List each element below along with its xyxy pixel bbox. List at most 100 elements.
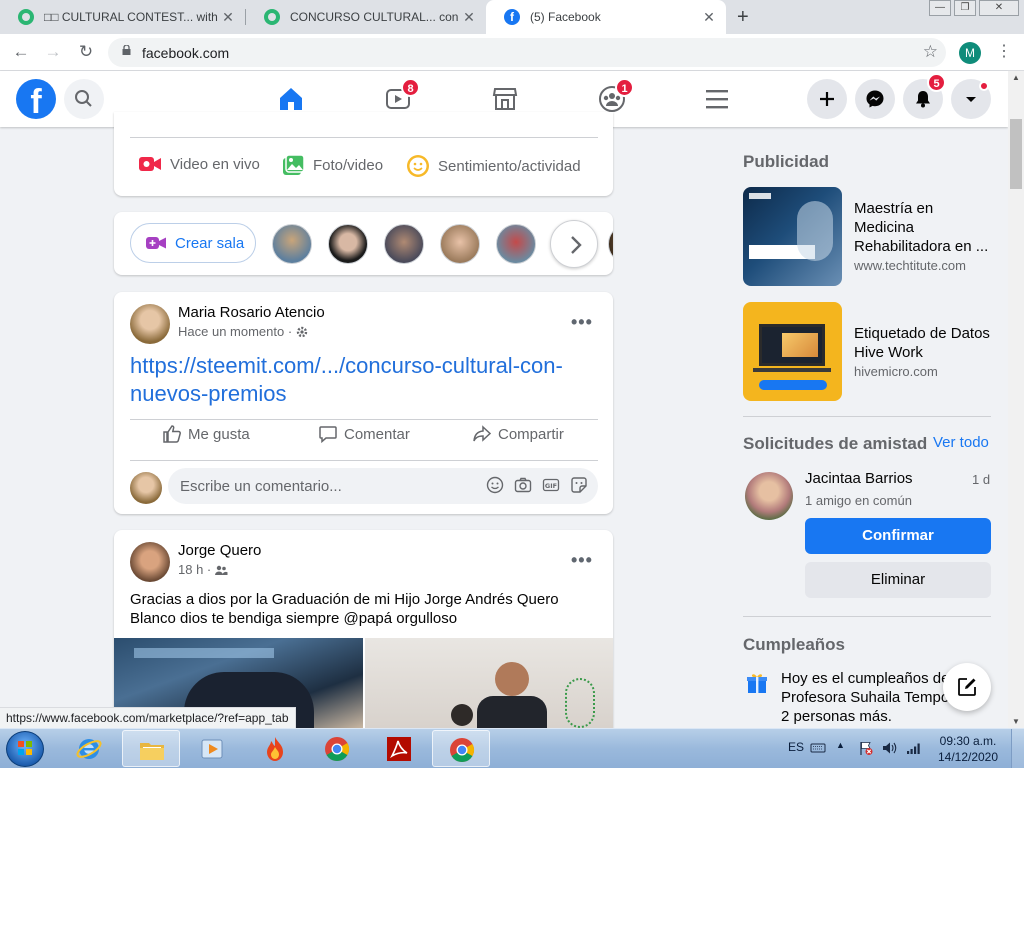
comment-button[interactable]: Comentar [318,424,410,444]
taskbar-chrome-active[interactable] [432,730,490,767]
start-button[interactable] [6,731,44,767]
feeling-activity-button[interactable]: Sentimiento/actividad [406,154,581,178]
ad-thumbnail[interactable] [743,187,842,286]
photo-video-button[interactable]: Foto/video [281,154,383,176]
ad-title[interactable]: Etiquetado de Datos Hive Work [854,324,994,362]
gif-icon[interactable]: GIF [542,476,560,494]
search-button[interactable] [64,79,104,119]
language-indicator[interactable]: ES [788,740,804,754]
reload-icon[interactable]: ↻ [75,42,97,64]
delete-request-button[interactable]: Eliminar [805,562,991,598]
divider [743,616,991,617]
messenger-button[interactable] [855,79,895,119]
like-button[interactable]: Me gusta [162,424,250,444]
folder-icon [140,743,164,760]
close-tab-icon[interactable]: ✕ [700,9,718,26]
post-meta: Hace un momento · [178,324,309,339]
post-options-icon[interactable]: ••• [571,550,593,571]
chrome-icon [325,737,350,762]
nav-tab-menu[interactable] [669,71,764,127]
online-friend-avatar[interactable] [328,224,368,264]
rooms-next-button[interactable] [550,220,598,268]
keyboard-icon[interactable] [810,741,826,755]
scrollbar-thumb[interactable] [1010,119,1022,189]
confirm-request-button[interactable]: Confirmar [805,518,991,554]
friends-audience-icon [215,565,228,575]
create-button[interactable] [807,79,847,119]
feeling-activity-label: Sentimiento/actividad [438,157,581,175]
show-hidden-icons-icon[interactable]: ▲ [836,740,845,750]
profile-avatar[interactable]: M [959,42,981,64]
facebook-logo[interactable]: f [16,79,56,119]
system-clock[interactable]: 09:30 a.m. 14/12/2020 [928,733,1008,765]
bookmark-star-icon[interactable]: ☆ [923,42,938,62]
taskbar-chrome[interactable] [308,730,366,767]
forward-arrow-icon[interactable]: → [42,42,64,64]
ad-title[interactable]: Maestría en Medicina Rehabilitadora en .… [854,199,994,256]
address-bar[interactable]: facebook.com ☆ [108,38,946,67]
ad-thumbnail[interactable] [743,302,842,401]
new-tab-button[interactable]: + [737,6,749,29]
page-scrollbar[interactable]: ▲ ▼ [1008,71,1024,728]
create-room-button[interactable]: Crear sala [130,223,256,263]
close-window-icon[interactable]: ✕ [979,0,1019,16]
post-author-avatar[interactable] [130,304,170,344]
browser-menu-icon[interactable]: ⋮ [996,41,1012,61]
clock-time: 09:30 a.m. [939,734,997,748]
close-tab-icon[interactable]: ✕ [460,9,478,26]
birthday-text[interactable]: Hoy es el cumpleaños de Profesora Suhail… [781,669,951,727]
taskbar-fire-app[interactable] [246,730,304,767]
browser-tab-1[interactable]: □□ CULTURAL CONTEST... with b ✕ [0,0,245,34]
post-photo[interactable] [365,638,613,728]
comment-field[interactable]: GIF [168,468,598,504]
notifications-button[interactable]: 5 [903,73,946,119]
post-author-avatar[interactable] [130,542,170,582]
taskbar-internet-explorer[interactable] [60,730,118,767]
taskbar-file-explorer[interactable] [122,730,180,767]
commenter-avatar[interactable] [130,472,162,504]
account-menu-button[interactable] [951,79,991,119]
action-center-flag-icon[interactable] [858,740,874,756]
online-friend-avatar[interactable] [496,224,536,264]
minimize-window-icon[interactable]: — [929,0,951,16]
see-all-link[interactable]: Ver todo [933,434,989,451]
taskbar-media-player[interactable] [184,730,242,767]
mutual-friends-text[interactable]: 1 amigo en común [805,493,912,508]
friend-request-name[interactable]: Jacintaa Barrios [805,470,913,487]
emoji-icon[interactable] [486,476,504,494]
back-arrow-icon[interactable]: ← [10,42,32,64]
browser-tab-2[interactable]: CONCURSO CULTURAL... con nue ✕ [246,0,486,34]
new-message-button[interactable] [943,663,991,711]
share-arrow-icon [473,425,492,442]
taskbar-acrobat[interactable] [370,730,428,767]
show-desktop-button[interactable] [1011,729,1024,768]
network-signal-icon[interactable] [905,740,923,756]
online-friend-avatar[interactable] [272,224,312,264]
post-author-name[interactable]: Jorge Quero [178,542,261,559]
divider [743,416,991,417]
scroll-up-icon[interactable]: ▲ [1008,73,1024,82]
online-friend-avatar[interactable] [608,224,613,264]
live-video-button[interactable]: Video en vivo [138,154,260,174]
volume-icon[interactable] [881,740,899,756]
browser-tab-3-active[interactable]: f (5) Facebook ✕ [486,0,726,34]
friend-request-avatar[interactable] [745,472,793,520]
sticker-icon[interactable] [570,476,588,494]
post-options-icon[interactable]: ••• [571,312,593,333]
comment-input[interactable] [180,468,470,504]
thumbs-up-icon [163,425,181,443]
scroll-down-icon[interactable]: ▼ [1008,717,1024,726]
restore-window-icon[interactable]: ❐ [954,0,976,16]
close-tab-icon[interactable]: ✕ [219,9,237,26]
friend-request-age: 1 d [972,472,991,487]
online-friend-avatar[interactable] [440,224,480,264]
post-timestamp[interactable]: 18 h · [178,562,211,577]
post-shared-link[interactable]: https://steemit.com/.../concurso-cultura… [130,352,590,408]
online-friend-avatar[interactable] [384,224,424,264]
post-timestamp[interactable]: Hace un momento · [178,324,292,339]
plus-icon [820,92,834,106]
post-author-name[interactable]: Maria Rosario Atencio [178,304,325,321]
browser-toolbar: ← → ↻ facebook.com ☆ M ⋮ [0,34,1024,71]
share-button[interactable]: Compartir [472,424,564,444]
camera-icon[interactable] [514,476,532,494]
